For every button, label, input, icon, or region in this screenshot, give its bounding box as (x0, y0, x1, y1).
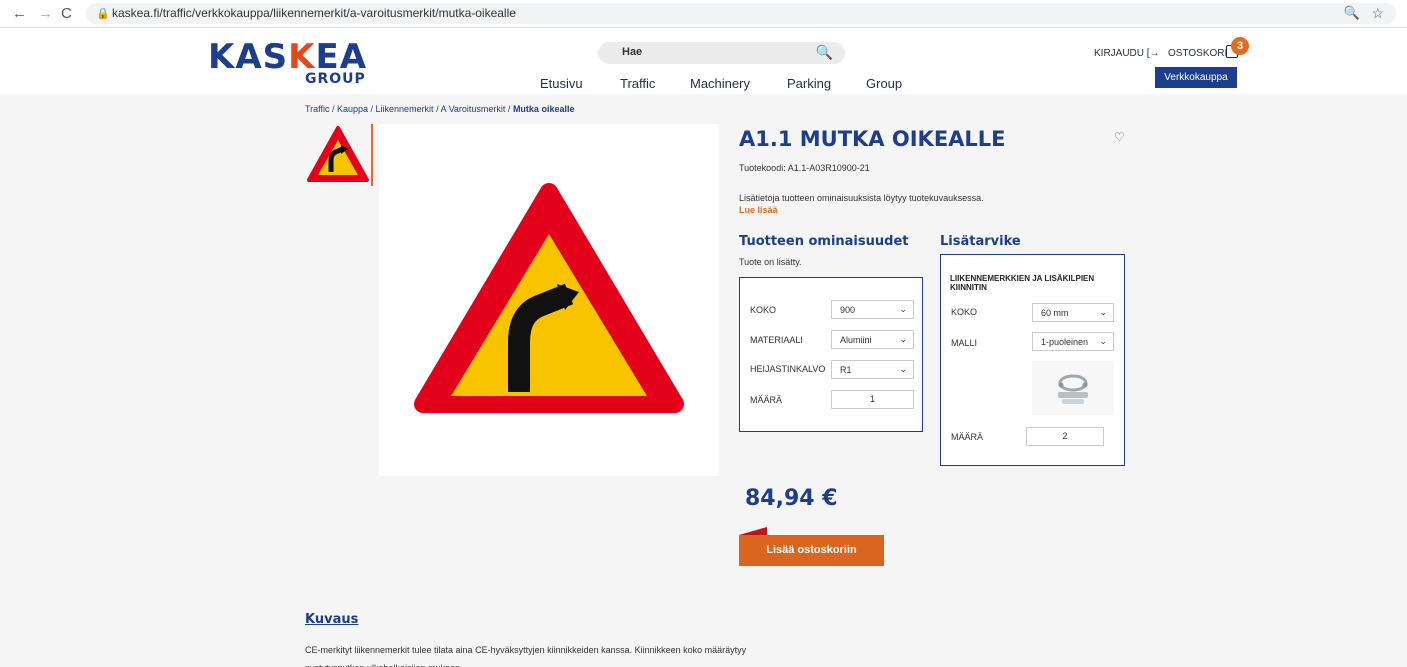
accessory-title: LIIKENNEMERKKIEN JA LISÄKILPIEN KIINNITI… (950, 274, 1095, 292)
product-code: Tuotekoodi: A1.1-A03R10900-21 (739, 163, 870, 173)
accessory-model-select[interactable]: 1-puoleinen ⌄ (1032, 332, 1114, 351)
lock-icon: 🔒 (96, 8, 110, 20)
webshop-button[interactable]: Verkkokauppa (1155, 67, 1237, 88)
properties-panel: KOKO 900 ⌄ MATERIAALI Alumiini ⌄ HEIJASTIN… (739, 277, 923, 432)
product-info-text: Lisätietoja tuotteen ominaisuuksista löy… (739, 193, 984, 203)
quantity-input[interactable]: 1 (831, 390, 914, 409)
logo-subtitle[interactable]: GROUP (305, 71, 366, 87)
chevron-down-icon: ⌄ (899, 304, 907, 314)
bookmark-star-icon[interactable]: ☆ (1371, 5, 1384, 22)
browser-toolbar: ← → C 🔒 kaskea.fi/traffic/verkkokauppa/l… (0, 0, 1407, 28)
accessory-quantity-label: MÄÄRÄ (951, 432, 984, 442)
breadcrumb-current: Mutka oikealle (512, 104, 575, 114)
search-input[interactable]: Hae 🔍 (598, 42, 845, 64)
search-placeholder: Hae (622, 46, 643, 58)
product-thumbnail[interactable] (305, 124, 373, 186)
chevron-down-icon: ⌄ (1099, 336, 1107, 346)
url-text[interactable]: kaskea.fi/traffic/verkkokauppa/liikennem… (112, 6, 516, 20)
description-heading[interactable]: Kuvaus (305, 612, 358, 627)
nav-traffic[interactable]: Traffic (620, 76, 655, 91)
read-more-link[interactable]: Lue lisää (739, 205, 778, 215)
chevron-down-icon: ⌄ (899, 364, 907, 374)
accessory-model-label: MALLI (951, 338, 978, 348)
add-to-cart-button[interactable]: Lisää ostoskoriin (739, 535, 884, 566)
accessory-image[interactable] (1032, 361, 1114, 415)
accessory-quantity-input[interactable]: 2 (1026, 427, 1104, 446)
reflector-label: HEIJASTINKALVO (750, 364, 826, 374)
properties-heading: Tuotteen ominaisuudet (739, 234, 909, 249)
cart-link[interactable]: OSTOSKORI (1168, 48, 1227, 59)
login-link[interactable]: KIRJAUDU [→ (1094, 48, 1160, 59)
chevron-down-icon: ⌄ (1099, 307, 1107, 317)
site-header: KASKEA GROUP Hae 🔍 Etusivu Traffic Machi… (0, 28, 1407, 94)
logo[interactable]: KASKEA (208, 40, 367, 74)
product-price: 84,94 € (745, 486, 838, 511)
bracket-clamp-icon (1058, 374, 1088, 404)
cta-flag-decoration (739, 527, 767, 535)
description-text: CE-merkityt liikennemerkit tulee tilata … (305, 645, 747, 667)
back-arrow-icon[interactable]: ← (12, 5, 27, 22)
breadcrumb[interactable]: Traffic / Kauppa / Liikennemerkit / A Va… (305, 104, 574, 114)
added-note: Tuote on lisätty. (739, 257, 802, 267)
cart-count-badge: 3 (1231, 37, 1249, 55)
reload-icon[interactable]: C (61, 5, 72, 22)
favorite-heart-icon[interactable]: ♡ (1114, 130, 1125, 144)
size-label: KOKO (750, 305, 777, 315)
nav-group[interactable]: Group (866, 76, 902, 91)
address-bar[interactable]: 🔒 kaskea.fi/traffic/verkkokauppa/liikenn… (86, 3, 1396, 24)
accessory-size-select[interactable]: 60 mm ⌄ (1032, 303, 1114, 322)
curve-right-sign-large-icon (414, 183, 684, 413)
product-main-image[interactable] (379, 124, 719, 476)
accessory-heading: Lisätarvike (940, 234, 1021, 249)
nav-machinery[interactable]: Machinery (690, 76, 750, 91)
nav-parking[interactable]: Parking (787, 76, 831, 91)
material-label: MATERIAALI (750, 335, 803, 345)
quantity-label: MÄÄRÄ (750, 395, 783, 405)
zoom-icon[interactable]: 🔍 (1344, 5, 1360, 21)
curve-right-sign-icon (307, 126, 369, 182)
forward-arrow-icon[interactable]: → (38, 5, 53, 22)
reflector-select[interactable]: R1 ⌄ (831, 360, 914, 379)
accessory-panel: LIIKENNEMERKKIEN JA LISÄKILPIEN KIINNITI… (940, 254, 1125, 466)
material-select[interactable]: Alumiini ⌄ (831, 330, 914, 349)
nav-etusivu[interactable]: Etusivu (540, 76, 583, 91)
chevron-down-icon: ⌄ (899, 334, 907, 344)
accessory-size-label: KOKO (951, 307, 978, 317)
product-title: A1.1 MUTKA OIKEALLE (739, 127, 1006, 151)
size-select[interactable]: 900 ⌄ (831, 300, 914, 319)
search-icon[interactable]: 🔍 (816, 44, 833, 61)
